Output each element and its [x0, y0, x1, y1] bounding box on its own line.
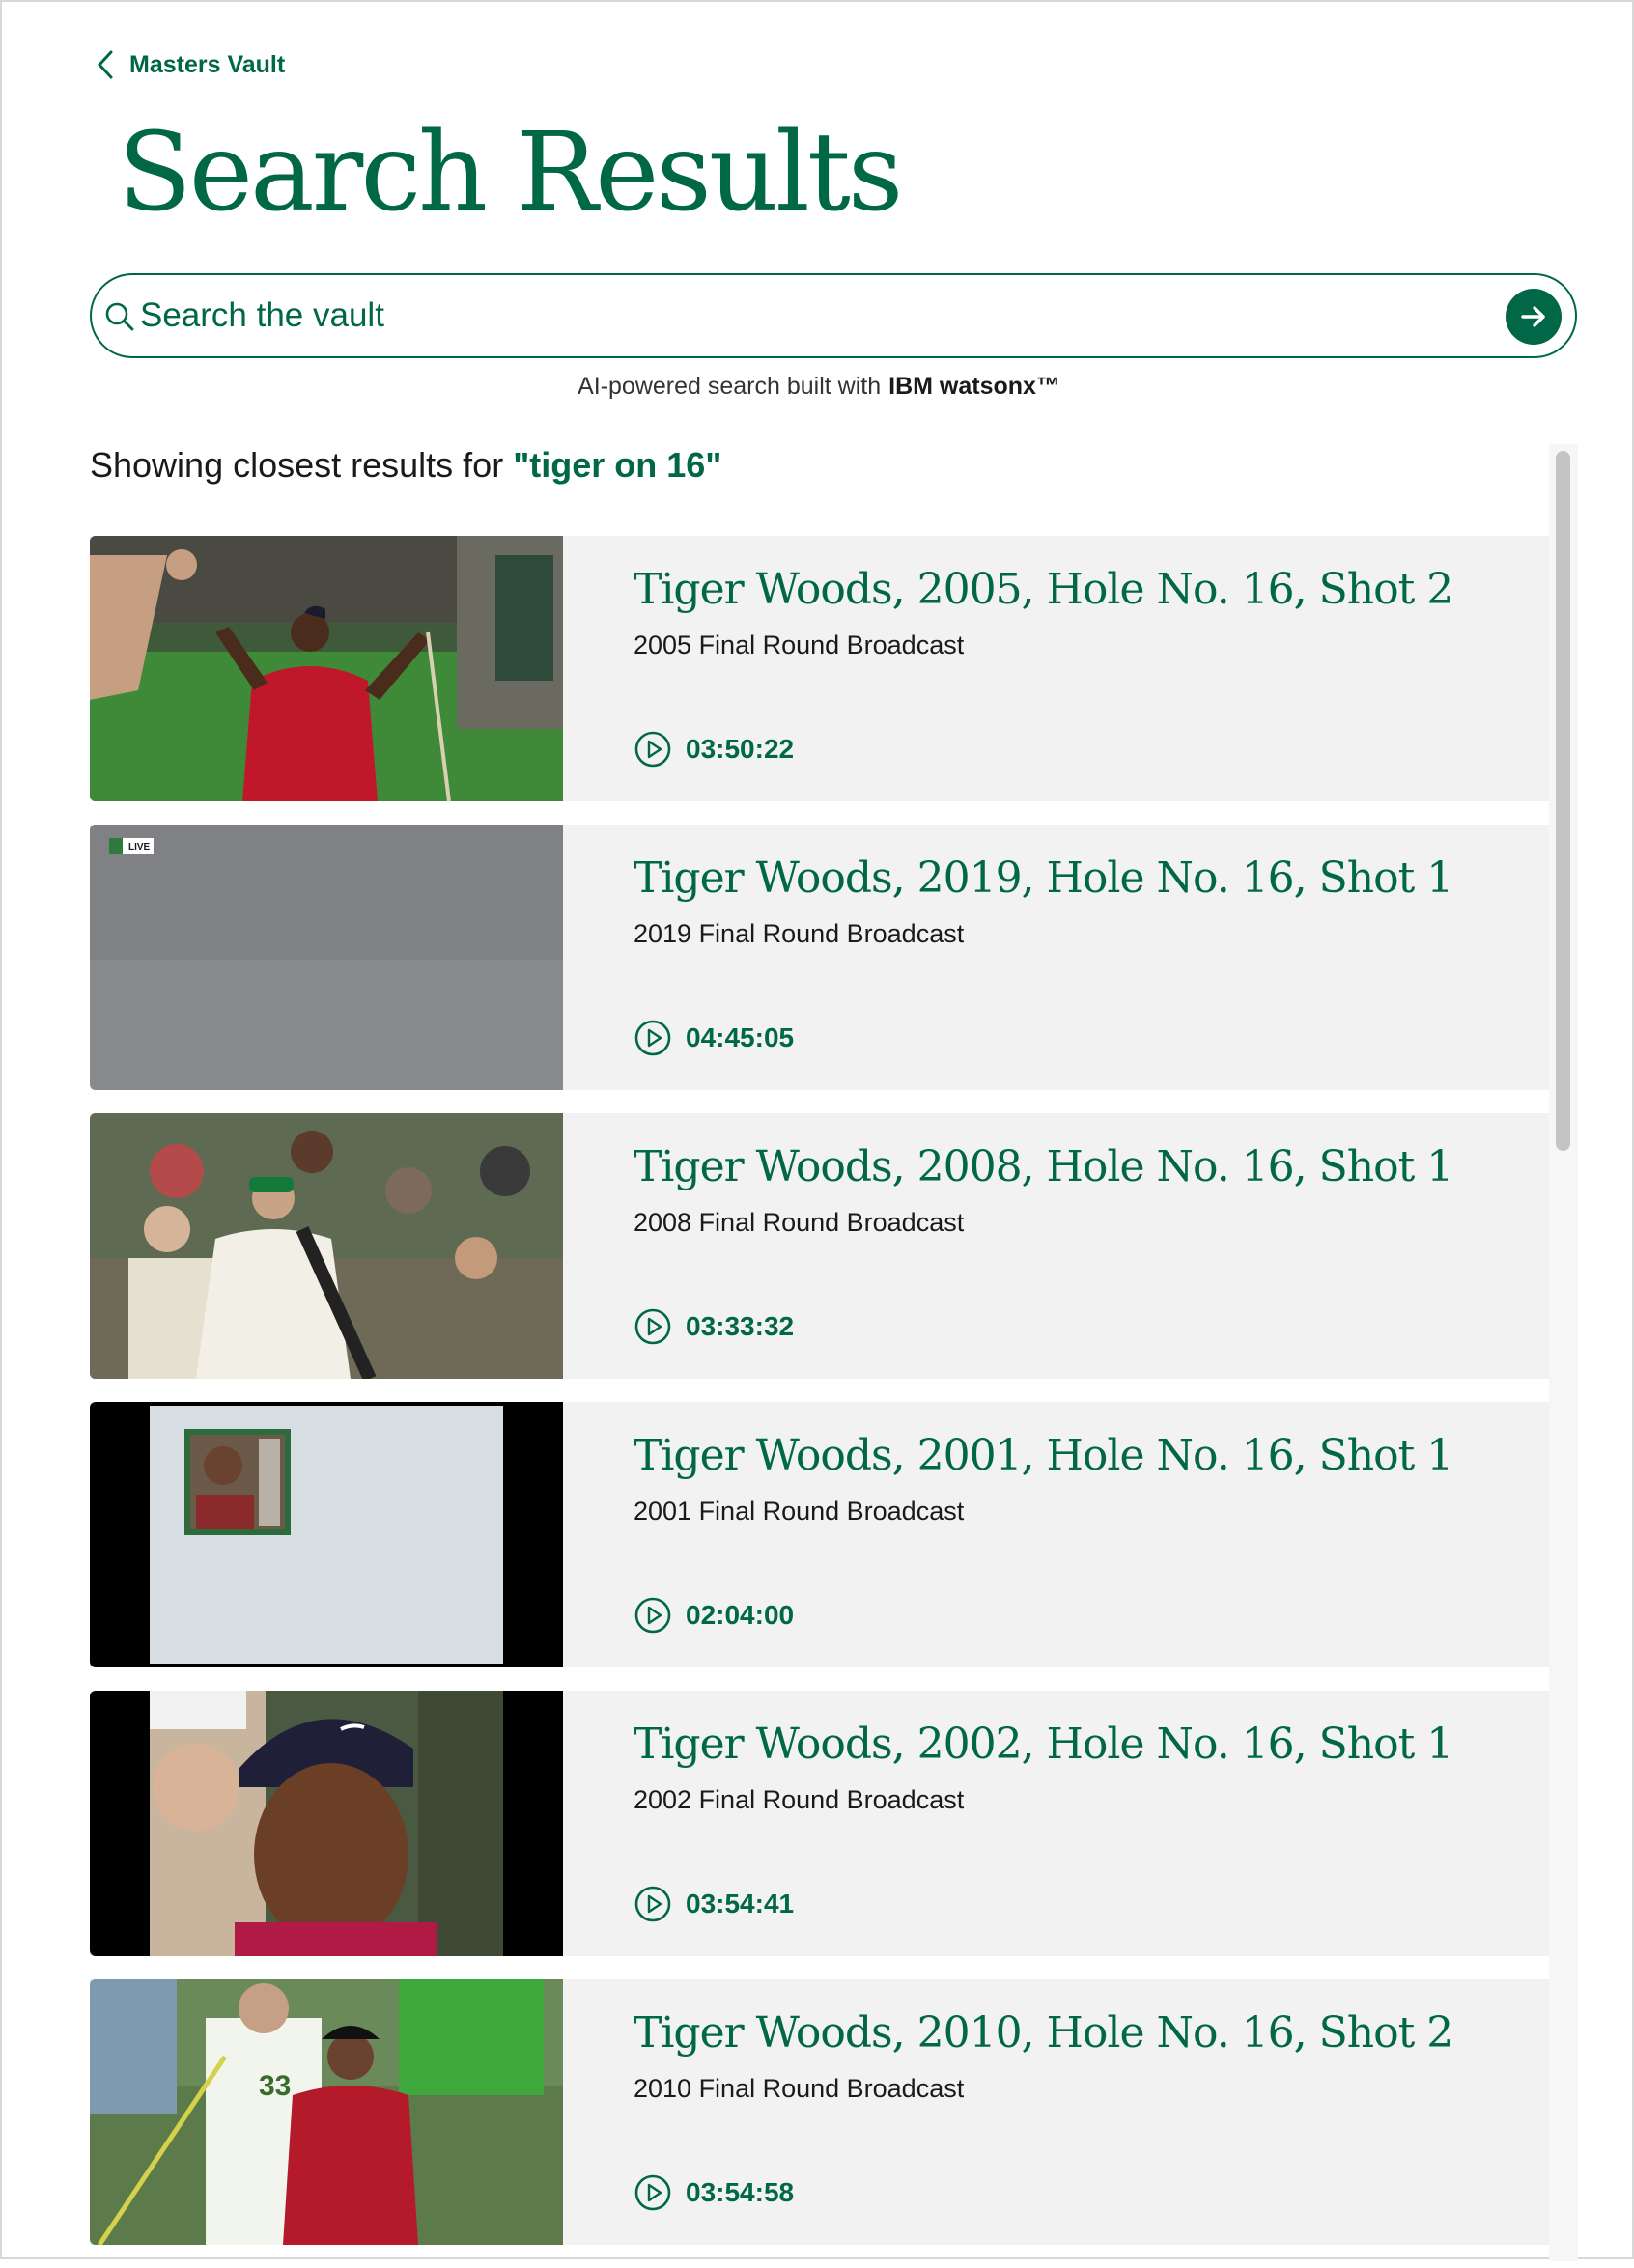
result-card[interactable]: Tiger Woods, 2008, Hole No. 16, Shot 1 2…: [90, 1113, 1549, 1379]
play-circle-icon: [634, 1020, 671, 1056]
search-bar: [90, 273, 1577, 358]
video-thumbnail[interactable]: [90, 1691, 563, 1956]
result-card[interactable]: Tiger Woods, 2002, Hole No. 16, Shot 1 2…: [90, 1691, 1549, 1956]
result-title[interactable]: Tiger Woods, 2019, Hole No. 16, Shot 1: [634, 854, 1453, 903]
result-subtitle: 2019 Final Round Broadcast: [634, 919, 965, 948]
live-badge: LIVE: [128, 842, 151, 853]
result-card[interactable]: Tiger Woods, 2005, Hole No. 16, Shot 2 2…: [90, 536, 1549, 801]
results-header-prefix: Showing closest results for: [90, 445, 514, 485]
result-subtitle: 2008 Final Round Broadcast: [634, 1208, 965, 1237]
play-button[interactable]: 03:54:58: [634, 2173, 794, 2212]
result-subtitle: 2002 Final Round Broadcast: [634, 1785, 965, 1814]
back-link[interactable]: Masters Vault: [95, 48, 285, 81]
app-frame: Masters Vault Search Results AI-powered …: [0, 0, 1634, 2261]
arrow-right-icon: [1521, 306, 1545, 327]
result-card[interactable]: 33 Tiger Woods, 2010, Hole No. 16, Shot …: [90, 1979, 1549, 2245]
results-list: Tiger Woods, 2005, Hole No. 16, Shot 2 2…: [90, 536, 1549, 2268]
result-duration: 03:54:41: [686, 1889, 795, 1918]
play-circle-icon: [634, 1597, 671, 1634]
search-input[interactable]: [140, 289, 1473, 343]
svg-text:33: 33: [259, 2070, 291, 2102]
powered-by: AI-powered search built with IBM watsonx™: [2, 373, 1634, 401]
powered-by-brand: IBM watsonx™: [888, 373, 1060, 400]
play-circle-icon: [634, 1886, 671, 1922]
result-subtitle: 2001 Final Round Broadcast: [634, 1497, 965, 1526]
result-title[interactable]: Tiger Woods, 2005, Hole No. 16, Shot 2: [634, 565, 1453, 614]
play-button[interactable]: 03:50:22: [634, 730, 794, 769]
results-query: "tiger on 16": [513, 445, 722, 485]
play-circle-icon: [634, 1308, 671, 1345]
result-duration: 04:45:05: [686, 1022, 795, 1052]
result-title[interactable]: Tiger Woods, 2010, Hole No. 16, Shot 2: [634, 2008, 1453, 2058]
result-duration: 03:33:32: [686, 1311, 795, 1341]
result-duration: 03:50:22: [686, 734, 795, 764]
search-submit-button[interactable]: [1506, 289, 1562, 345]
result-subtitle: 2010 Final Round Broadcast: [634, 2074, 965, 2103]
back-link-label: Masters Vault: [129, 50, 286, 78]
play-circle-icon: [634, 2174, 671, 2211]
result-duration: 02:04:00: [686, 1600, 795, 1630]
result-title[interactable]: Tiger Woods, 2001, Hole No. 16, Shot 1: [634, 1431, 1453, 1480]
chevron-left-icon: [98, 50, 113, 79]
play-button[interactable]: 03:54:41: [634, 1885, 794, 1923]
scrollbar-thumb[interactable]: [1556, 451, 1570, 1151]
video-thumbnail[interactable]: LIVE: [90, 825, 563, 1090]
play-button[interactable]: 04:45:05: [634, 1019, 794, 1057]
play-circle-icon: [634, 731, 671, 768]
page-title: Search Results: [118, 110, 903, 236]
powered-by-text: AI-powered search built with: [578, 373, 882, 400]
result-title[interactable]: Tiger Woods, 2008, Hole No. 16, Shot 1: [634, 1142, 1453, 1191]
result-duration: 03:54:58: [686, 2177, 795, 2207]
results-header: Showing closest results for "tiger on 16…: [90, 445, 721, 486]
play-button[interactable]: 02:04:00: [634, 1596, 794, 1635]
video-thumbnail[interactable]: [90, 536, 563, 801]
video-thumbnail[interactable]: [90, 1113, 563, 1379]
play-button[interactable]: 03:33:32: [634, 1307, 794, 1346]
video-thumbnail[interactable]: [90, 1402, 563, 1667]
result-title[interactable]: Tiger Woods, 2002, Hole No. 16, Shot 1: [634, 1720, 1453, 1769]
result-subtitle: 2005 Final Round Broadcast: [634, 630, 965, 659]
result-card[interactable]: Tiger Woods, 2001, Hole No. 16, Shot 1 2…: [90, 1402, 1549, 1667]
video-thumbnail[interactable]: 33: [90, 1979, 563, 2245]
result-card[interactable]: LIVE Tiger Woods, 2019, Hole No. 16, Sho…: [90, 825, 1549, 1090]
search-icon: [105, 302, 134, 331]
